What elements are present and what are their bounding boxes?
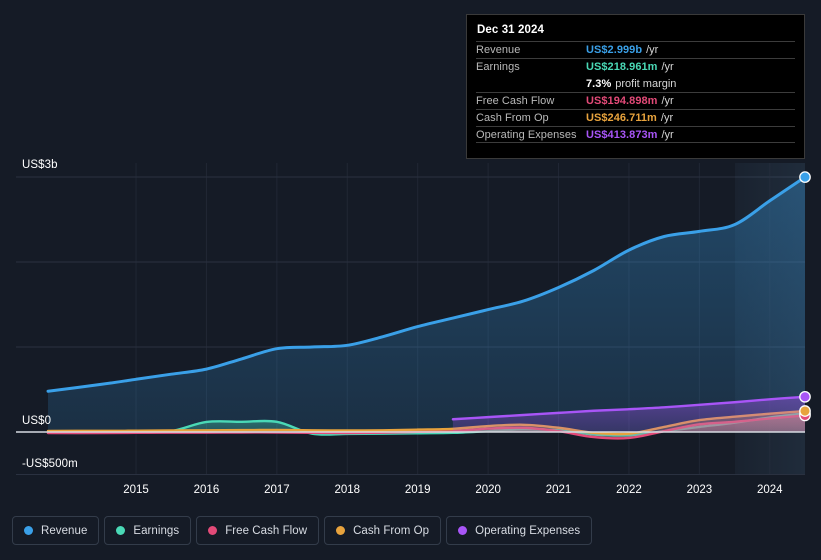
legend-item-label: Earnings [133,525,179,537]
legend-item-operating-expenses[interactable]: Operating Expenses [446,516,592,545]
chart-legend: Revenue Earnings Free Cash Flow Cash From O… [12,516,592,545]
legend-item-label: Operating Expenses [475,525,580,537]
chart-tooltip: Dec 31 2024 RevenueUS$2.999b/yrEarningsU… [466,14,805,159]
legend-item-label: Revenue [41,525,87,537]
tooltip-row-value: US$246.711m [586,112,657,124]
legend-item-label: Free Cash Flow [225,525,307,537]
tooltip-row-unit: /yr [662,61,674,73]
tooltip-row-unit: /yr [646,44,658,56]
y-axis-label-zero: US$0 [22,415,51,427]
tooltip-row: EarningsUS$218.961m/yr [476,58,795,75]
tooltip-row-label: Cash From Op [476,112,586,124]
tooltip-row-unit: /yr [661,112,673,124]
tooltip-row-unit: profit margin [615,78,676,90]
tooltip-row-value: US$194.898m [586,95,658,107]
tooltip-rows: RevenueUS$2.999b/yrEarningsUS$218.961m/y… [476,41,795,143]
tooltip-row-label: Revenue [476,44,586,56]
legend-item-revenue[interactable]: Revenue [12,516,99,545]
endpoint-marker-cash-from-op [800,406,810,416]
endpoint-marker-revenue [800,172,810,182]
legend-item-cash-from-op[interactable]: Cash From Op [324,516,441,545]
legend-item-earnings[interactable]: Earnings [104,516,191,545]
tooltip-row-label: Earnings [476,61,586,73]
tooltip-row: Free Cash FlowUS$194.898m/yr [476,92,795,109]
financial-chart-page: US$3b US$0 -US$500m 2015 2016 2017 2018 2019… [0,0,821,560]
x-axis-tick-2024: 2024 [757,484,783,496]
x-axis-tick-2018: 2018 [334,484,360,496]
x-axis-tick-2017: 2017 [264,484,290,496]
x-axis-tick-2023: 2023 [687,484,713,496]
tooltip-row-value: US$2.999b [586,44,642,56]
legend-color-dot-icon [336,526,345,535]
tooltip-row: Operating ExpensesUS$413.873m/yr [476,126,795,143]
y-axis-label-bottom: -US$500m [22,458,78,470]
tooltip-row-unit: /yr [662,95,674,107]
tooltip-row-unit: /yr [662,129,674,141]
tooltip-row: 7.3% profit margin [476,75,795,92]
x-axis-tick-2019: 2019 [405,484,431,496]
tooltip-row-value: US$218.961m [586,61,658,73]
legend-item-free-cash-flow[interactable]: Free Cash Flow [196,516,319,545]
x-axis-tick-2021: 2021 [546,484,572,496]
endpoint-marker-operating-expenses [800,392,810,402]
tooltip-row-value: US$413.873m [586,129,658,141]
legend-color-dot-icon [208,526,217,535]
x-axis-tick-2016: 2016 [194,484,220,496]
legend-color-dot-icon [458,526,467,535]
y-axis-label-top: US$3b [22,159,58,171]
x-axis-tick-2020: 2020 [475,484,501,496]
tooltip-row-label: Free Cash Flow [476,95,586,107]
legend-color-dot-icon [116,526,125,535]
legend-color-dot-icon [24,526,33,535]
tooltip-row-value: 7.3% [586,78,611,90]
series-area-revenue [48,177,805,432]
tooltip-row: RevenueUS$2.999b/yr [476,41,795,58]
tooltip-date: Dec 31 2024 [476,22,795,41]
legend-item-label: Cash From Op [353,525,429,537]
tooltip-row: Cash From OpUS$246.711m/yr [476,109,795,126]
x-axis-tick-2022: 2022 [616,484,642,496]
x-axis-tick-2015: 2015 [123,484,149,496]
tooltip-row-label: Operating Expenses [476,129,586,141]
